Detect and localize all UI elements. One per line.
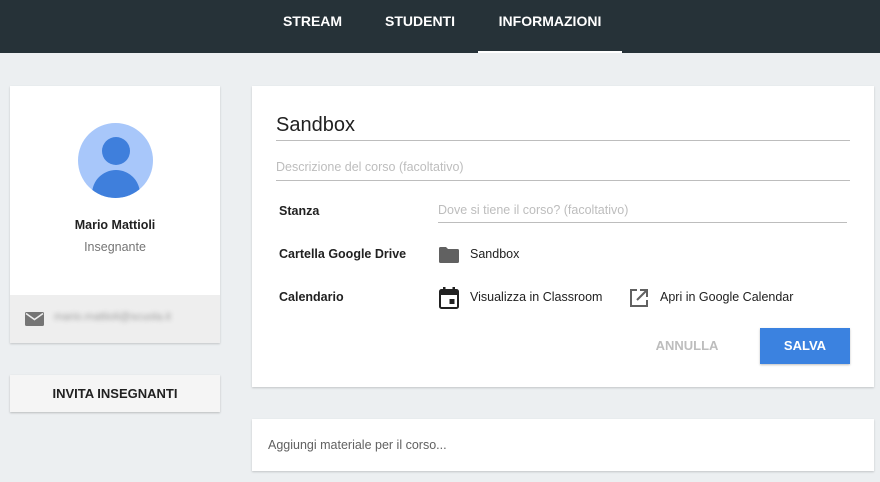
open-google-calendar-label: Apri in Google Calendar — [660, 290, 794, 304]
view-in-classroom-label: Visualizza in Classroom — [470, 290, 603, 304]
calendar-icon — [439, 287, 459, 309]
course-info-card: Stanza Cartella Google Drive Sandbox Cal… — [252, 86, 874, 387]
tab-stream[interactable]: STREAM — [265, 0, 360, 53]
mail-icon — [25, 312, 44, 326]
drive-folder-name: Sandbox — [470, 247, 520, 261]
top-nav-bar: STREAM STUDENTI INFORMAZIONI — [0, 0, 880, 53]
drive-folder-label: Cartella Google Drive — [279, 247, 407, 261]
tab-informazioni[interactable]: INFORMAZIONI — [478, 0, 622, 53]
tab-studenti[interactable]: STUDENTI — [370, 0, 470, 53]
email-row: mario.mattioli@scuola.it — [10, 295, 220, 343]
invite-teachers-button[interactable]: INVITA INSEGNANTI — [10, 375, 220, 412]
account-circle-icon — [78, 123, 153, 198]
teacher-role: Insegnante — [84, 240, 146, 254]
add-material-prompt: Aggiungi materiale per il corso... — [268, 438, 447, 452]
room-input[interactable] — [438, 197, 847, 223]
teacher-email: mario.mattioli@scuola.it — [54, 311, 171, 323]
save-button[interactable]: SALVA — [760, 328, 850, 364]
course-description-input[interactable] — [276, 154, 850, 181]
folder-icon — [439, 247, 459, 263]
add-material-box[interactable]: Aggiungi materiale per il corso... — [252, 419, 874, 471]
teacher-profile-card: Mario Mattioli Insegnante mario.mattioli… — [10, 86, 220, 343]
course-title-input[interactable] — [276, 110, 850, 141]
teacher-name: Mario Mattioli — [74, 218, 156, 232]
external-link-icon — [630, 289, 648, 307]
cancel-button[interactable]: ANNULLA — [642, 328, 732, 364]
room-label: Stanza — [279, 204, 320, 218]
calendar-label: Calendario — [279, 290, 344, 304]
